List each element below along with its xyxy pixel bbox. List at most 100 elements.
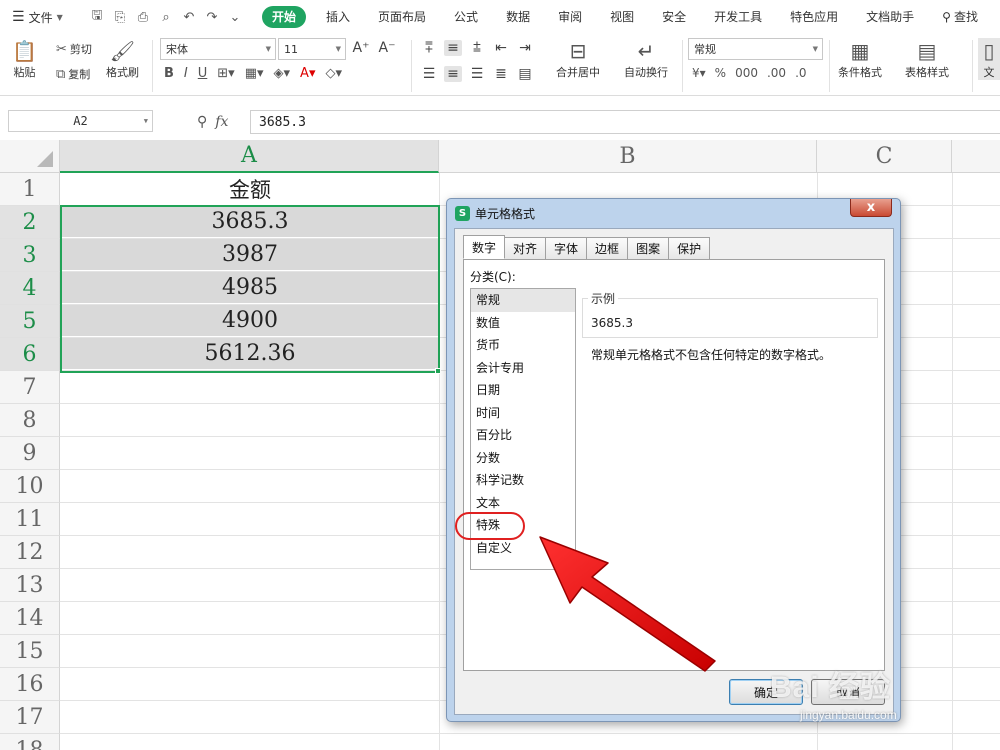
- column-header-b[interactable]: B: [439, 140, 817, 173]
- zoom-formula-icon[interactable]: ⚲: [197, 114, 207, 130]
- tab-data[interactable]: 数据: [492, 6, 544, 28]
- row-header[interactable]: 16: [0, 668, 60, 701]
- cloud-icon[interactable]: ⎘: [113, 10, 127, 25]
- tab-home[interactable]: 开始: [262, 6, 307, 28]
- cell-a4[interactable]: 4985: [61, 272, 439, 304]
- tab-developer[interactable]: 开发工具: [700, 6, 776, 28]
- fill-color-icon[interactable]: ◈▾: [274, 66, 291, 81]
- insert-function-icon[interactable]: fx: [215, 114, 228, 130]
- tab-font[interactable]: 字体: [545, 237, 588, 259]
- tab-view[interactable]: 视图: [596, 6, 648, 28]
- tab-formulas[interactable]: 公式: [440, 6, 492, 28]
- align-right-icon[interactable]: ☰: [468, 66, 486, 82]
- decrease-font-icon[interactable]: A⁻: [378, 40, 396, 56]
- row-header[interactable]: 13: [0, 569, 60, 602]
- row-header[interactable]: 8: [0, 404, 60, 437]
- number-format-select[interactable]: 常规 ▼: [688, 38, 823, 60]
- row-header[interactable]: 1: [0, 173, 60, 206]
- select-all-corner[interactable]: [0, 140, 60, 173]
- clear-format-icon[interactable]: ◇▾: [325, 66, 342, 81]
- underline-icon[interactable]: U: [198, 66, 208, 81]
- paste-button[interactable]: 📋 粘贴: [12, 38, 37, 80]
- distribute-icon[interactable]: ▤: [516, 66, 534, 82]
- row-header[interactable]: 7: [0, 371, 60, 404]
- merge-center-button[interactable]: ⊟ 合并居中: [556, 38, 600, 80]
- row-header[interactable]: 3: [0, 239, 60, 272]
- cell-a6[interactable]: 5612.36: [61, 338, 439, 370]
- search-button[interactable]: ⚲ 查找: [928, 6, 992, 28]
- undo-icon[interactable]: ↶: [182, 10, 196, 25]
- category-time[interactable]: 时间: [471, 402, 575, 425]
- fill-handle[interactable]: [435, 368, 441, 374]
- border-icon[interactable]: ⊞▾: [217, 66, 234, 81]
- row-header[interactable]: 15: [0, 635, 60, 668]
- percent-icon[interactable]: %: [715, 66, 726, 80]
- category-date[interactable]: 日期: [471, 379, 575, 402]
- row-header[interactable]: 14: [0, 602, 60, 635]
- table-style-button[interactable]: ▤ 表格样式: [905, 38, 949, 80]
- category-text[interactable]: 文本: [471, 492, 575, 515]
- column-header-d[interactable]: [952, 140, 1000, 173]
- font-color-icon[interactable]: A▾: [300, 66, 315, 81]
- tab-doc-assistant[interactable]: 文档助手: [852, 6, 928, 28]
- conditional-format-button[interactable]: ▦ 条件格式: [838, 38, 882, 80]
- category-currency[interactable]: 货币: [471, 334, 575, 357]
- tab-security[interactable]: 安全: [648, 6, 700, 28]
- category-number[interactable]: 数值: [471, 312, 575, 335]
- document-button[interactable]: ▯ 文: [978, 38, 1000, 80]
- category-general[interactable]: 常规: [471, 289, 575, 312]
- cell-a3[interactable]: 3987: [61, 239, 439, 271]
- wrap-text-button[interactable]: ↵ 自动换行: [624, 38, 668, 80]
- fill-border-icon[interactable]: ▦▾: [245, 66, 264, 81]
- italic-icon[interactable]: I: [184, 66, 188, 81]
- row-header[interactable]: 6: [0, 338, 60, 371]
- close-button[interactable]: x: [850, 199, 892, 217]
- category-percentage[interactable]: 百分比: [471, 424, 575, 447]
- bold-icon[interactable]: B: [164, 66, 174, 81]
- align-top-icon[interactable]: ⩱: [420, 40, 438, 56]
- align-bottom-icon[interactable]: ⩲: [468, 40, 486, 56]
- tab-protection[interactable]: 保护: [668, 237, 711, 259]
- copy-button[interactable]: ⧉ 复制: [56, 66, 90, 82]
- row-header[interactable]: 5: [0, 305, 60, 338]
- redo-icon[interactable]: ↷: [205, 10, 219, 25]
- row-header[interactable]: 17: [0, 701, 60, 734]
- tab-pattern[interactable]: 图案: [627, 237, 670, 259]
- indent-decrease-icon[interactable]: ⇤: [492, 40, 510, 56]
- tab-alignment[interactable]: 对齐: [504, 237, 547, 259]
- increase-font-icon[interactable]: A⁺: [352, 40, 370, 56]
- row-header[interactable]: 18: [0, 734, 60, 750]
- align-center-icon[interactable]: ≡: [444, 66, 462, 82]
- row-header[interactable]: 9: [0, 437, 60, 470]
- format-painter-button[interactable]: 🖌 格式刷: [106, 38, 139, 80]
- save-icon[interactable]: 🖫: [90, 6, 104, 28]
- tab-features[interactable]: 特色应用: [776, 6, 852, 28]
- thousands-icon[interactable]: 000: [735, 66, 758, 80]
- tab-number[interactable]: 数字: [463, 235, 506, 259]
- dialog-title-bar[interactable]: S 单元格格式: [447, 199, 900, 227]
- row-header[interactable]: 4: [0, 272, 60, 305]
- cell-a5[interactable]: 4900: [61, 305, 439, 337]
- file-menu[interactable]: ☰ 文件 ▼: [0, 9, 84, 26]
- cell-a1[interactable]: 金额: [61, 173, 439, 205]
- indent-increase-icon[interactable]: ⇥: [516, 40, 534, 56]
- tab-page-layout[interactable]: 页面布局: [364, 6, 440, 28]
- font-size-select[interactable]: 11 ▼: [278, 38, 346, 60]
- currency-icon[interactable]: ¥▾: [692, 66, 706, 80]
- print-preview-icon[interactable]: ⌕: [159, 10, 173, 25]
- name-box[interactable]: A2 ▼: [8, 110, 153, 132]
- align-middle-icon[interactable]: ≡: [444, 40, 462, 56]
- row-header[interactable]: 11: [0, 503, 60, 536]
- column-header-a[interactable]: A: [60, 140, 439, 173]
- font-name-select[interactable]: 宋体 ▼: [160, 38, 276, 60]
- tab-review[interactable]: 审阅: [544, 6, 596, 28]
- category-fraction[interactable]: 分数: [471, 447, 575, 470]
- increase-decimal-icon[interactable]: .00: [767, 66, 786, 80]
- column-header-c[interactable]: C: [817, 140, 952, 173]
- decrease-decimal-icon[interactable]: .0: [795, 66, 806, 80]
- justify-icon[interactable]: ≣: [492, 66, 510, 82]
- row-header[interactable]: 2: [0, 206, 60, 239]
- formula-input[interactable]: 3685.3: [250, 110, 1000, 134]
- customize-icon[interactable]: ⌄: [228, 10, 242, 25]
- cut-button[interactable]: ✂ 剪切: [56, 41, 92, 57]
